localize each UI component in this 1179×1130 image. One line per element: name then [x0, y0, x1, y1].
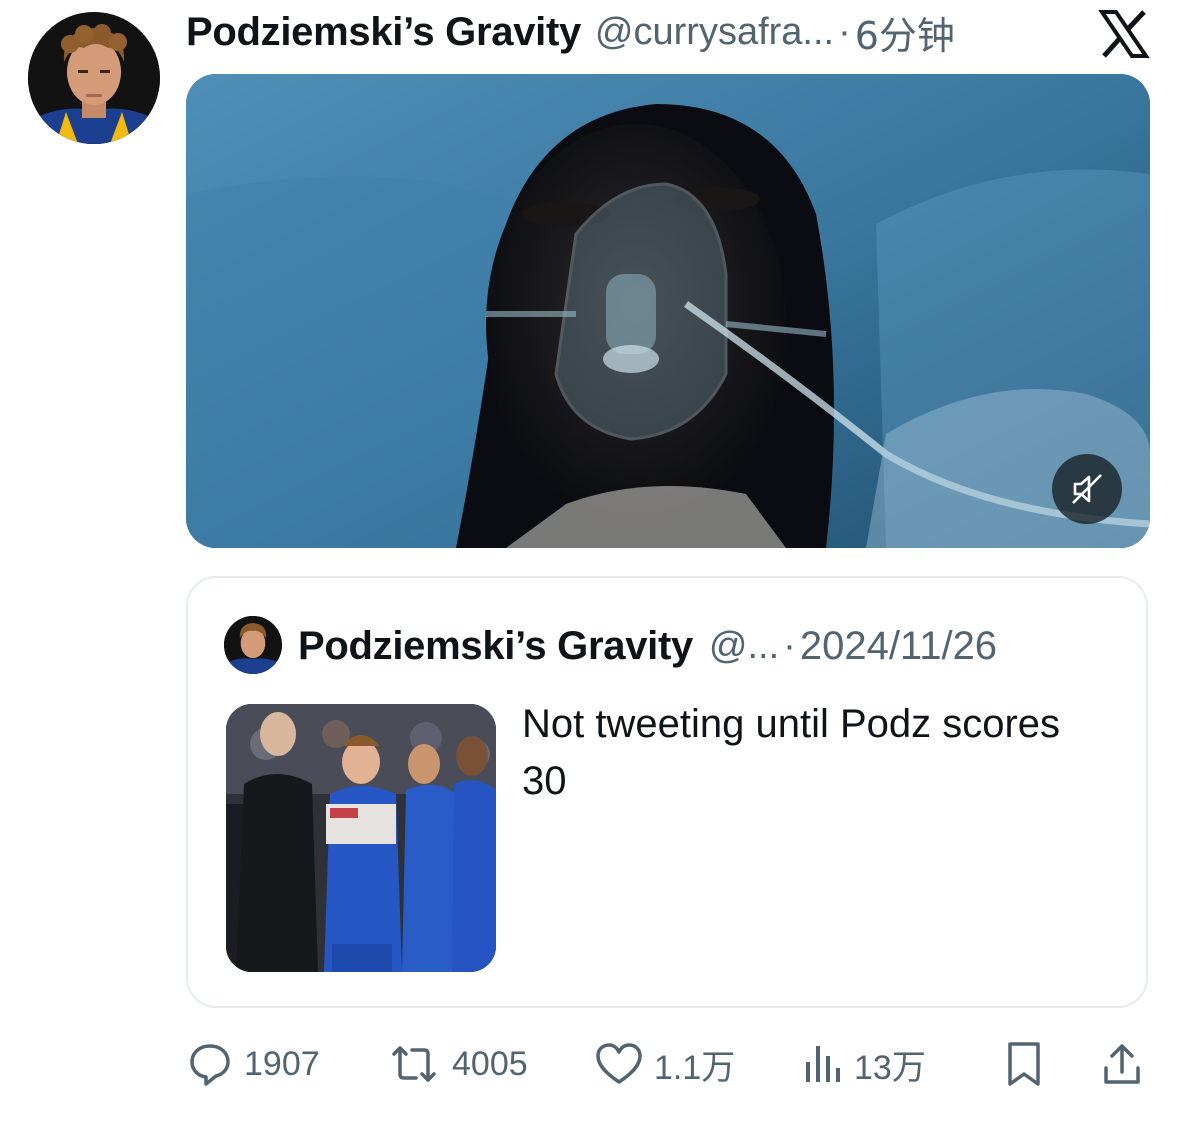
video-frame [186, 74, 1150, 548]
post-time[interactable]: 6分钟 [855, 5, 955, 60]
quoted-tweet[interactable]: Podziemski’s Gravity @... · 2024/11/26 N… [186, 576, 1148, 1008]
quoted-text: Not tweeting until Podz scores 30 [522, 702, 1061, 803]
reply-count: 1907 [244, 1044, 320, 1083]
quoted-display-name[interactable]: Podziemski’s Gravity [298, 624, 693, 669]
quoted-photo[interactable] [226, 704, 496, 972]
like-count: 1.1万 [654, 1048, 736, 1087]
reply-button[interactable]: 1907 [186, 1034, 320, 1094]
quoted-author-avatar[interactable] [224, 616, 282, 674]
quoted-avatar-image [224, 616, 282, 674]
retweet-icon [392, 1046, 436, 1082]
separator-dot: · [838, 10, 851, 53]
quoted-photo-image [226, 704, 496, 972]
bookmark-button[interactable] [1002, 1034, 1046, 1094]
bookmark-icon [1008, 1042, 1040, 1086]
like-button[interactable]: 1.1万 [594, 1034, 735, 1094]
quoted-date[interactable]: 2024/11/26 [800, 624, 997, 669]
mute-button[interactable] [1052, 454, 1122, 524]
retweet-button[interactable]: 4005 [386, 1034, 528, 1094]
action-bar: 1907 4005 1.1万 13万 [186, 1034, 1150, 1094]
share-button[interactable] [1100, 1034, 1144, 1094]
heart-icon [596, 1043, 642, 1084]
author-handle[interactable]: @currysafra... [595, 11, 834, 54]
author-display-name[interactable]: Podziemski’s Gravity [186, 10, 581, 55]
views-button[interactable]: 13万 [800, 1034, 926, 1094]
views-count: 13万 [854, 1048, 926, 1087]
quoted-separator-dot: · [783, 624, 796, 667]
retweet-count: 4005 [452, 1044, 528, 1083]
author-avatar-image [28, 12, 160, 144]
volume-muted-icon [1072, 474, 1102, 504]
tweet-header: Podziemski’s Gravity @currysafra... · 6分… [186, 6, 955, 58]
quoted-header: Podziemski’s Gravity @... · 2024/11/26 [298, 618, 997, 674]
x-logo-icon [1098, 8, 1150, 60]
author-avatar[interactable] [28, 12, 160, 144]
quoted-handle[interactable]: @... [709, 625, 779, 668]
reply-icon [190, 1044, 230, 1086]
views-icon [806, 1046, 840, 1082]
video-player[interactable] [186, 74, 1150, 548]
share-icon [1104, 1044, 1140, 1084]
